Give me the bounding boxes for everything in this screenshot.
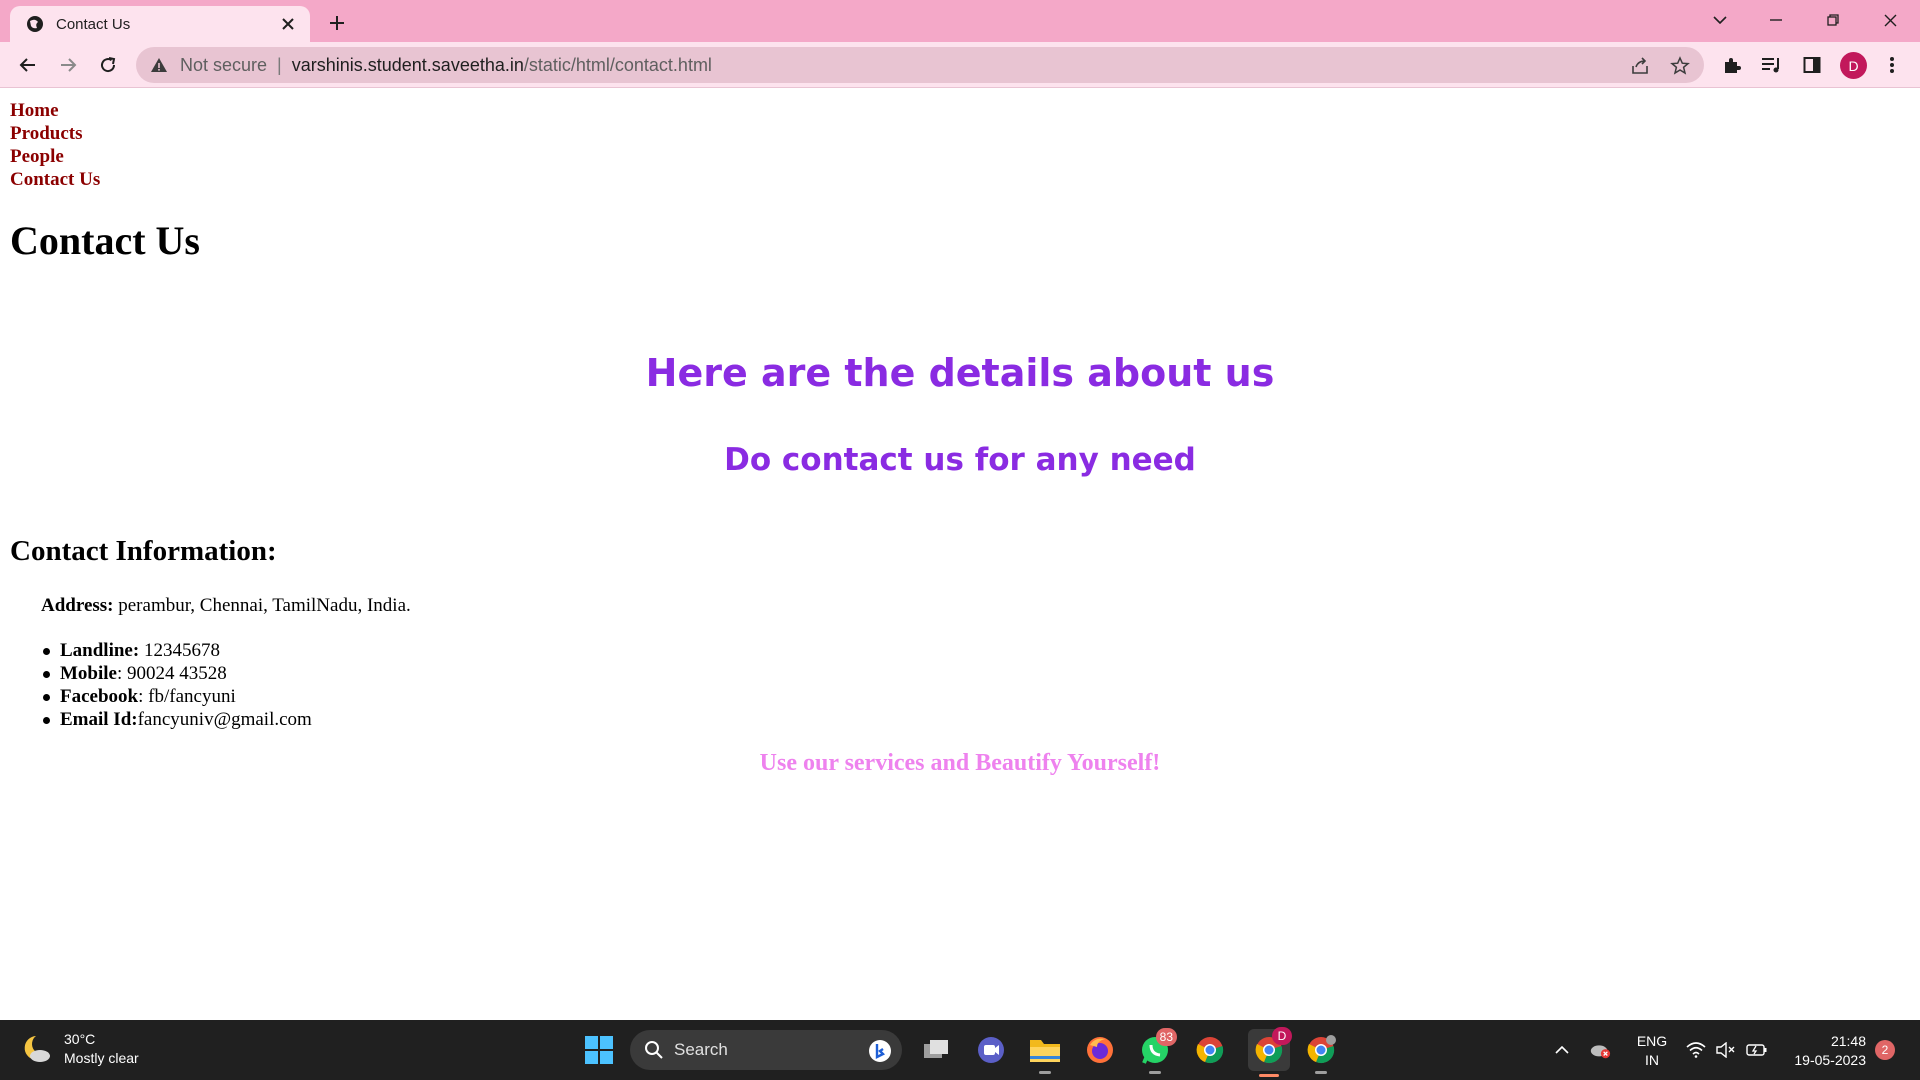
new-tab-button[interactable] — [324, 10, 350, 36]
nav-link-products[interactable]: Products — [10, 122, 100, 145]
wifi-icon[interactable] — [1685, 1039, 1707, 1061]
url-path[interactable]: /static/html/contact.html — [524, 55, 712, 76]
browser-toolbar: Not secure | varshinis.student.saveetha.… — [0, 42, 1920, 88]
nav-link-home[interactable]: Home — [10, 99, 100, 122]
weather-desc: Mostly clear — [64, 1050, 139, 1066]
weather-text: 30°C Mostly clear — [64, 1030, 139, 1068]
share-icon[interactable] — [1630, 56, 1650, 76]
restore-button[interactable] — [1815, 6, 1851, 34]
page-title: Contact Us — [10, 218, 200, 263]
lang-line1: ENG — [1636, 1033, 1668, 1049]
volume-muted-icon[interactable] — [1714, 1039, 1736, 1061]
security-status[interactable]: Not secure — [180, 55, 267, 76]
chrome-icon[interactable] — [1192, 1032, 1228, 1068]
language-indicator[interactable]: ENG IN — [1634, 1032, 1670, 1070]
address-separator: | — [277, 54, 282, 75]
address-value: perambur, Chennai, TamilNadu, India. — [113, 595, 411, 616]
warning-triangle-icon[interactable] — [150, 56, 168, 74]
whatsapp-icon[interactable]: 83 — [1137, 1028, 1177, 1074]
tab-title: Contact Us — [56, 15, 131, 33]
running-indicator — [1315, 1071, 1327, 1074]
contact-item-mobile: Mobile: 90024 43528 — [43, 662, 312, 685]
contact-value: fancyuniv@gmail.com — [137, 709, 312, 730]
lang-line2: IN — [1645, 1052, 1659, 1068]
slogan: Use our services and Beautify Yourself! — [759, 750, 1161, 776]
chrome-alt-profile-icon[interactable] — [1303, 1032, 1339, 1074]
search-icon — [644, 1040, 664, 1060]
browser-tab[interactable]: Contact Us — [10, 6, 310, 42]
bookmark-star-icon[interactable] — [1670, 56, 1690, 76]
minimize-button[interactable] — [1758, 6, 1794, 34]
taskbar: 30°C Mostly clear Search 83 D ENG IN 21:… — [0, 1020, 1920, 1080]
contact-label: Facebook — [60, 686, 139, 707]
contact-information-heading: Contact Information: — [10, 535, 277, 567]
media-control-icon[interactable] — [1760, 53, 1784, 77]
nav-link-people[interactable]: People — [10, 145, 100, 168]
forward-arrow-icon[interactable] — [54, 51, 82, 79]
url-host[interactable]: varshinis.student.saveetha.in — [292, 55, 524, 76]
file-explorer-icon[interactable] — [1027, 1032, 1063, 1074]
contact-need-heading: Do contact us for any need — [724, 442, 1196, 478]
firefox-icon[interactable] — [1082, 1032, 1118, 1068]
contact-item-email: Email Id:fancyuniv@gmail.com — [43, 708, 312, 731]
close-window-button[interactable] — [1872, 6, 1908, 34]
moon-cloud-icon — [20, 1032, 54, 1066]
system-clock[interactable]: 21:48 19-05-2023 — [1782, 1032, 1866, 1070]
reload-icon[interactable] — [94, 51, 122, 79]
running-indicator — [1039, 1071, 1051, 1074]
menu-kebab-icon[interactable] — [1880, 53, 1904, 77]
onedrive-error-icon[interactable] — [1589, 1039, 1611, 1061]
address-label: Address: — [41, 595, 114, 616]
chrome-profile-window-icon[interactable]: D — [1248, 1027, 1292, 1077]
search-placeholder: Search — [674, 1040, 728, 1059]
task-view-icon[interactable] — [918, 1032, 954, 1068]
contact-value: : fb/fancyuni — [138, 686, 236, 707]
teams-chat-icon[interactable] — [973, 1032, 1009, 1068]
contact-item-landline: Landline: 12345678 — [43, 639, 312, 662]
contact-value: 12345678 — [139, 640, 220, 661]
contact-list: Landline: 12345678 Mobile: 90024 43528 F… — [43, 639, 312, 731]
address-bar[interactable]: Not secure | varshinis.student.saveetha.… — [136, 47, 1704, 83]
whatsapp-badge: 83 — [1155, 1028, 1177, 1046]
bing-icon[interactable] — [868, 1039, 892, 1063]
contact-item-facebook: Facebook: fb/fancyuni — [43, 685, 312, 708]
clock-time: 21:48 — [1830, 1033, 1866, 1049]
weather-temp: 30°C — [64, 1031, 96, 1047]
back-arrow-icon[interactable] — [14, 51, 42, 79]
contact-label: Email Id: — [60, 709, 138, 730]
tab-search-chevron-icon[interactable] — [1702, 6, 1738, 34]
contact-label: Mobile — [60, 663, 117, 684]
profile-avatar[interactable]: D — [1840, 52, 1867, 79]
notification-badge[interactable]: 2 — [1875, 1040, 1895, 1060]
page-content: Home Products People Contact Us Contact … — [0, 89, 1920, 1020]
close-tab-icon[interactable] — [278, 14, 298, 34]
chrome-profile-badge: D — [1272, 1027, 1292, 1045]
side-panel-icon[interactable] — [1800, 53, 1824, 77]
running-indicator — [1149, 1071, 1161, 1074]
globe-icon — [26, 15, 44, 33]
battery-charging-icon[interactable] — [1746, 1039, 1768, 1061]
active-indicator — [1259, 1074, 1279, 1077]
clock-date: 19-05-2023 — [1794, 1052, 1866, 1068]
browser-tabstrip: Contact Us — [0, 0, 1920, 42]
weather-widget[interactable]: 30°C Mostly clear — [20, 1030, 139, 1068]
contact-label: Landline: — [60, 640, 140, 661]
site-nav: Home Products People Contact Us — [10, 99, 100, 191]
details-heading: Here are the details about us — [645, 351, 1275, 395]
address-line: Address: perambur, Chennai, TamilNadu, I… — [41, 595, 411, 617]
extensions-puzzle-icon[interactable] — [1720, 53, 1744, 77]
taskbar-search[interactable]: Search — [630, 1030, 902, 1070]
nav-link-contact-us[interactable]: Contact Us — [10, 168, 100, 191]
windows-start-icon[interactable] — [581, 1032, 617, 1068]
show-hidden-icons-chevron-icon[interactable] — [1551, 1039, 1573, 1061]
contact-value: : 90024 43528 — [117, 663, 227, 684]
